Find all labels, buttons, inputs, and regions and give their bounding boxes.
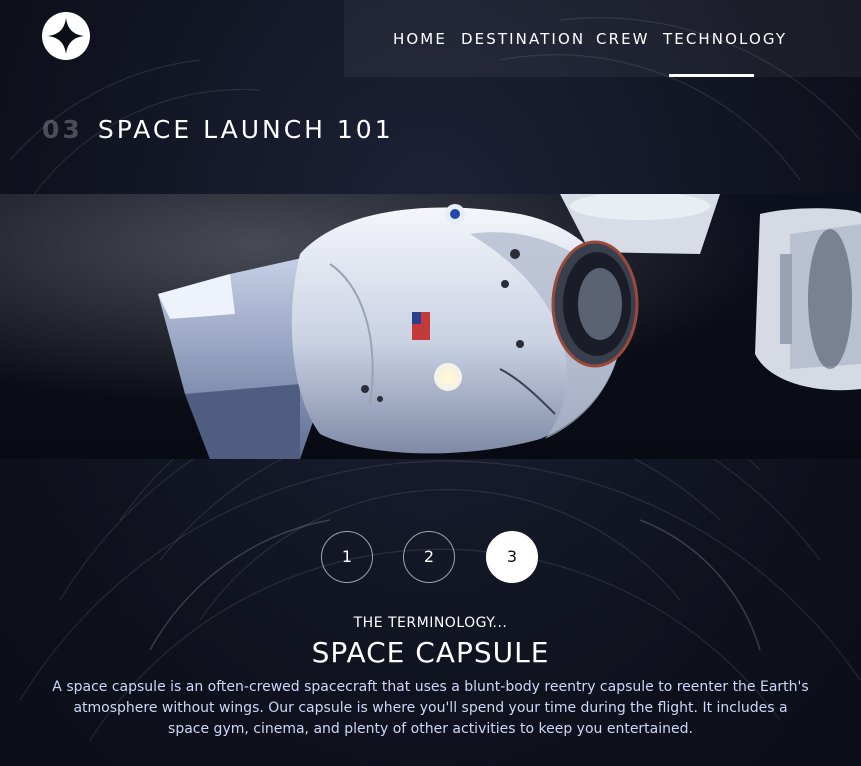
nav-item-technology[interactable]: TECHNOLOGY — [663, 30, 787, 48]
page-heading: 03 SPACE LAUNCH 101 — [42, 115, 394, 144]
technology-title: SPACE CAPSULE — [311, 636, 550, 669]
technology-hero-image — [0, 194, 861, 459]
nav-item-crew[interactable]: CREW — [596, 30, 650, 48]
nav-item-home[interactable]: HOME — [393, 30, 447, 48]
logo-icon[interactable] — [42, 12, 90, 60]
step-button-3[interactable]: 3 — [486, 531, 538, 583]
active-nav-indicator — [669, 74, 754, 77]
nav-item-destination[interactable]: DESTINATION — [461, 30, 585, 48]
step-button-1[interactable]: 1 — [321, 531, 373, 583]
page-number: 03 — [42, 115, 83, 144]
page-title: SPACE LAUNCH 101 — [97, 115, 394, 144]
technology-description: A space capsule is an often-crewed space… — [52, 679, 809, 737]
space-capsule-illustration — [0, 194, 861, 459]
step-button-2[interactable]: 2 — [403, 531, 455, 583]
main-navigation: HOME DESTINATION CREW TECHNOLOGY — [344, 0, 861, 77]
terminology-label: THE TERMINOLOGY... — [353, 615, 508, 631]
